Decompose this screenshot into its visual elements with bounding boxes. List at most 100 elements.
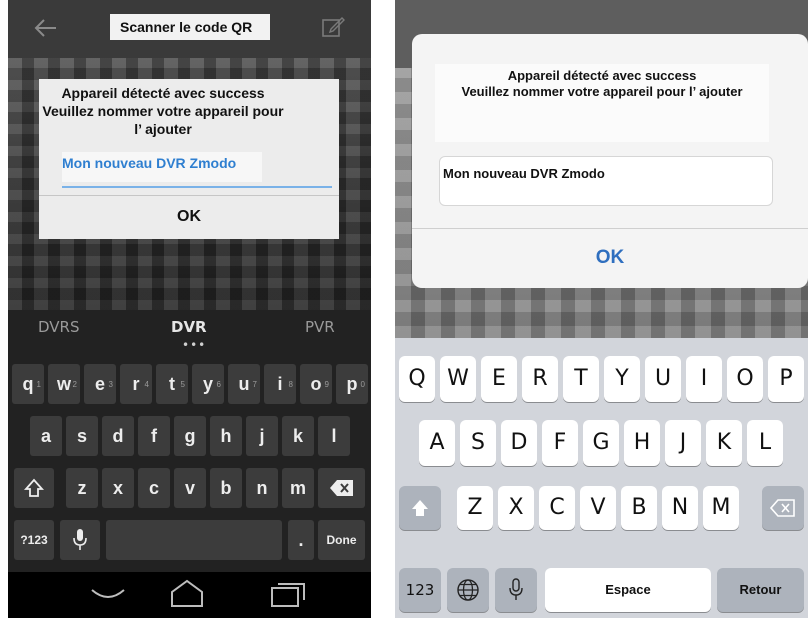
key-q[interactable]: Q [399,356,435,402]
period-key[interactable]: . [288,520,314,560]
shift-key[interactable] [399,486,441,530]
key-n[interactable]: N [662,486,698,530]
dialog-line-2: Veuillez nommer votre appareil pour [42,103,284,119]
mic-key[interactable] [495,568,537,612]
key-u[interactable]: u7 [228,364,260,404]
key-t[interactable]: T [563,356,599,402]
key-j[interactable]: j [246,416,278,456]
input-underline [62,186,332,188]
key-c[interactable]: c [138,468,170,508]
suggestion-center[interactable]: DVR [171,318,207,336]
key-d[interactable]: D [501,420,537,466]
key-h[interactable]: h [210,416,242,456]
return-key[interactable]: Retour [717,568,804,612]
key-w[interactable]: w2 [48,364,80,404]
key-i[interactable]: i8 [264,364,296,404]
globe-key[interactable] [447,568,489,612]
key-m[interactable]: m [282,468,314,508]
suggestion-right[interactable]: PVR [305,318,335,336]
key-e[interactable]: E [481,356,517,402]
key-o[interactable]: o9 [300,364,332,404]
space-key[interactable]: Espace [545,568,711,612]
key-y[interactable]: y6 [192,364,224,404]
key-c[interactable]: C [539,486,575,530]
backspace-key[interactable] [318,468,365,508]
mic-icon [73,529,87,550]
key-z[interactable]: z [66,468,98,508]
key-k[interactable]: K [706,420,742,466]
alert-divider [412,228,808,229]
symbols-key[interactable]: ?123 [14,520,54,560]
back-arrow-icon[interactable] [30,12,60,44]
key-j[interactable]: J [665,420,701,466]
device-name-input[interactable]: Mon nouveau DVR Zmodo [62,152,262,182]
key-q[interactable]: q1 [12,364,44,404]
key-k[interactable]: k [282,416,314,456]
key-w[interactable]: W [440,356,476,402]
key-p[interactable]: P [768,356,804,402]
navigation-bar [8,572,371,618]
alert-message: Appareil détecté avec success Veuillez n… [435,68,769,100]
edit-icon[interactable] [320,14,346,40]
key-hint: 2 [72,380,77,389]
key-l[interactable]: l [318,416,350,456]
key-m[interactable]: M [703,486,739,530]
key-h[interactable]: H [624,420,660,466]
key-b[interactable]: B [621,486,657,530]
key-d[interactable]: d [102,416,134,456]
shift-icon [23,478,45,497]
dialog-line-1: Appareil détecté avec success [61,85,265,101]
key-hint: 5 [180,380,185,389]
key-b[interactable]: b [210,468,242,508]
key-a[interactable]: A [419,420,455,466]
key-v[interactable]: V [580,486,616,530]
key-n[interactable]: n [246,468,278,508]
ok-button[interactable]: OK [412,234,808,282]
key-f[interactable]: f [138,416,170,456]
key-s[interactable]: S [460,420,496,466]
shift-icon [412,500,428,516]
key-r[interactable]: R [522,356,558,402]
space-key[interactable] [106,520,282,560]
done-key[interactable]: Done [318,520,365,560]
key-g[interactable]: g [174,416,206,456]
key-p[interactable]: p0 [336,364,368,404]
suggestion-left[interactable]: DVRS [38,318,80,336]
key-u[interactable]: U [645,356,681,402]
key-t[interactable]: t5 [156,364,188,404]
key-l[interactable]: L [747,420,783,466]
backspace-icon [769,499,795,517]
page-title: Scanner le code QR [110,14,270,40]
nav-recents-icon[interactable] [270,580,306,608]
key-i[interactable]: I [686,356,722,402]
key-x[interactable]: X [498,486,534,530]
key-f[interactable]: F [542,420,578,466]
numbers-key[interactable]: 123 [399,568,441,612]
key-hint: 9 [324,380,329,389]
nav-home-icon[interactable] [168,578,206,608]
device-name-value: Mon nouveau DVR Zmodo [443,166,605,181]
key-v[interactable]: v [174,468,206,508]
dialog-divider [39,195,339,196]
alert-line-2: Veuillez nommer votre appareil pour l’ a… [461,84,743,99]
key-hint: 3 [108,380,113,389]
key-x[interactable]: x [102,468,134,508]
key-o[interactable]: O [727,356,763,402]
dialog-line-3: l’ ajouter [134,121,192,137]
key-g[interactable]: G [583,420,619,466]
more-suggestions-icon[interactable]: ••• [182,338,206,352]
alert-line-1: Appareil détecté avec success [507,68,697,83]
backspace-key[interactable] [762,486,804,530]
key-e[interactable]: e3 [84,364,116,404]
key-y[interactable]: Y [604,356,640,402]
key-r[interactable]: r4 [120,364,152,404]
nav-back-icon[interactable] [88,586,128,604]
key-a[interactable]: a [30,416,62,456]
device-name-field[interactable] [439,156,773,206]
key-z[interactable]: Z [457,486,493,530]
ok-button[interactable]: OK [39,198,339,236]
mic-key[interactable] [60,520,100,560]
mic-icon [509,578,523,600]
key-s[interactable]: s [66,416,98,456]
shift-key[interactable] [14,468,54,508]
